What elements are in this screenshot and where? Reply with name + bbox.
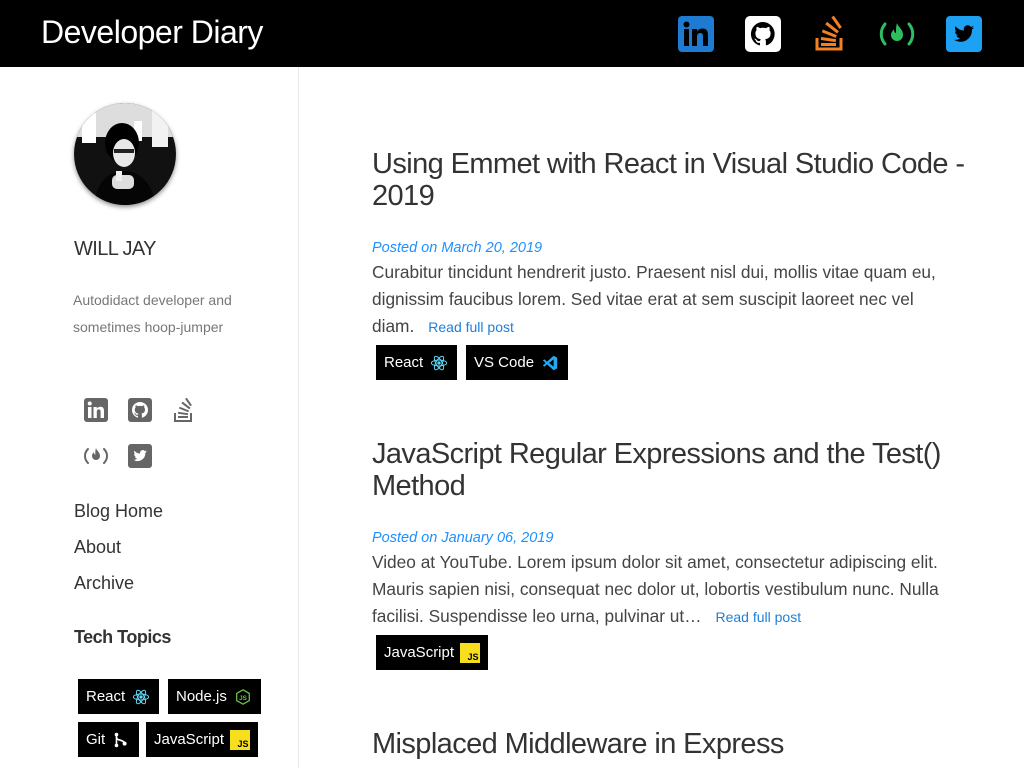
stackoverflow-icon[interactable] — [172, 397, 196, 422]
site-title[interactable]: Developer Diary — [41, 13, 263, 51]
post-date: Posted on January 06, 2019 — [372, 530, 554, 546]
post-title[interactable]: Misplaced Middleware in Express — [372, 728, 972, 760]
avatar — [74, 103, 176, 205]
linkedin-icon[interactable] — [678, 16, 714, 52]
javascript-icon: JS — [230, 729, 251, 750]
topic-chip-javascript[interactable]: JavaScript JS — [146, 722, 259, 757]
post-excerpt-text: Video at YouTube. Lorem ipsum dolor sit … — [372, 552, 939, 626]
post-title[interactable]: JavaScript Regular Expressions and the T… — [372, 438, 972, 502]
freecodecamp-icon[interactable] — [82, 444, 110, 468]
vscode-icon — [540, 353, 560, 373]
git-icon — [111, 730, 131, 750]
author-bio: Autodidact developer and sometimes hoop-… — [73, 292, 232, 335]
twitter-icon[interactable] — [128, 444, 152, 468]
github-icon[interactable] — [128, 398, 152, 422]
tech-topics-heading: Tech Topics — [74, 627, 171, 647]
author-name: WILL JAY — [74, 238, 156, 260]
post-tag-javascript[interactable]: JavaScript JS — [376, 635, 489, 670]
svg-text:JS: JS — [238, 739, 249, 749]
svg-text:JS: JS — [239, 695, 247, 702]
topic-chip-nodejs[interactable]: Node.js JS — [168, 679, 261, 714]
topic-label: Node.js — [176, 688, 227, 705]
topic-chip-react[interactable]: React — [78, 679, 160, 714]
topic-chip-git[interactable]: Git — [78, 722, 140, 757]
post-excerpt: Video at YouTube. Lorem ipsum dolor sit … — [372, 549, 967, 631]
sidebar: WILL JAY Autodidact developer and someti… — [0, 67, 299, 768]
topic-label: JavaScript — [154, 731, 225, 748]
freecodecamp-icon[interactable] — [877, 16, 917, 52]
nodejs-icon: JS — [233, 687, 253, 707]
javascript-icon: JS — [460, 642, 481, 663]
tag-label: React — [384, 354, 424, 371]
post-excerpt: Curabitur tincidunt hendrerit justo. Pra… — [372, 259, 967, 341]
tag-label: VS Code — [474, 354, 535, 371]
stackoverflow-icon[interactable] — [812, 15, 848, 52]
top-navbar: Developer Diary — [0, 0, 1024, 67]
read-full-post-link[interactable]: Read full post — [715, 609, 801, 625]
react-icon — [131, 687, 151, 707]
post-tag-vscode[interactable]: VS Code — [466, 345, 569, 380]
topic-label: Git — [86, 731, 106, 748]
topic-label: React — [86, 688, 126, 705]
react-icon — [429, 353, 449, 373]
post-tag-react[interactable]: React — [376, 345, 458, 380]
nav-blog-home[interactable]: Blog Home — [74, 501, 163, 522]
nav-archive[interactable]: Archive — [74, 573, 134, 594]
post-date: Posted on March 20, 2019 — [372, 240, 543, 256]
twitter-icon[interactable] — [946, 16, 982, 52]
linkedin-icon[interactable] — [84, 398, 108, 422]
tag-label: JavaScript — [384, 644, 455, 661]
read-full-post-link[interactable]: Read full post — [428, 319, 514, 335]
github-icon[interactable] — [745, 16, 781, 52]
nav-about[interactable]: About — [74, 537, 121, 558]
svg-text:JS: JS — [468, 652, 479, 662]
post-title[interactable]: Using Emmet with React in Visual Studio … — [372, 148, 972, 212]
